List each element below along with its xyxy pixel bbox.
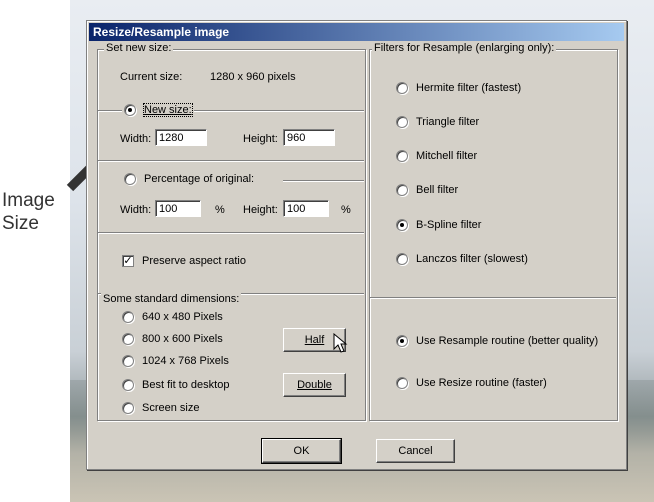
filter-mitchell[interactable]: Mitchell filter (396, 150, 477, 162)
preserve-label: Preserve aspect ratio (142, 255, 246, 267)
radio-button[interactable] (396, 335, 408, 347)
new-size-radio-button[interactable] (124, 104, 136, 116)
dialog-title[interactable]: Resize/Resample image (89, 23, 624, 41)
resize-routine-label: Use Resize routine (faster) (416, 377, 547, 389)
percentage-label: Percentage of original: (144, 173, 255, 185)
radio-button[interactable] (122, 379, 134, 391)
filter-triangle[interactable]: Triangle filter (396, 116, 479, 128)
new-size-label: New size: (143, 103, 193, 117)
preserve-aspect-checkbox[interactable]: ✓ Preserve aspect ratio (122, 255, 246, 267)
pct-height-input[interactable]: 100 (283, 200, 329, 217)
pct-width-input[interactable]: 100 (155, 200, 201, 217)
filters-group: Filters for Resample (enlarging only): (369, 42, 618, 421)
filter-label: Bell filter (416, 184, 459, 196)
filter-hermite[interactable]: Hermite filter (fastest) (396, 82, 521, 94)
separator (370, 297, 616, 298)
standard-option-1024[interactable]: 1024 x 768 Pixels (122, 355, 229, 367)
ok-button[interactable]: OK (261, 438, 342, 464)
filter-label: Lanczos filter (slowest) (416, 253, 528, 265)
height-label: Height: (243, 133, 278, 145)
radio-button[interactable] (396, 116, 408, 128)
standard-option-label: Best fit to desktop (142, 379, 230, 391)
radio-button[interactable] (122, 333, 134, 345)
annotation-line-2: Size (2, 213, 39, 234)
resample-routine-label: Use Resample routine (better quality) (416, 335, 599, 347)
filter-label: Mitchell filter (416, 150, 478, 162)
filter-bspline[interactable]: B-Spline filter (396, 219, 481, 231)
pct-height-label: Height: (243, 204, 278, 216)
separator (283, 180, 364, 181)
radio-button[interactable] (396, 253, 408, 265)
standard-option-label: Screen size (142, 402, 200, 414)
percentage-radio[interactable]: Percentage of original: (122, 173, 257, 185)
radio-button[interactable] (122, 355, 134, 367)
standard-option-best-fit[interactable]: Best fit to desktop (122, 379, 229, 391)
width-input[interactable]: 1280 (155, 129, 207, 146)
double-button[interactable]: Double (283, 373, 346, 397)
current-size-value: 1280 x 960 pixels (210, 71, 296, 83)
resample-routine-radio[interactable]: Use Resample routine (better quality) (396, 335, 598, 347)
radio-button[interactable] (122, 402, 134, 414)
new-size-radio[interactable]: New size: (122, 103, 194, 117)
pct-height-unit: % (341, 204, 351, 216)
height-input[interactable]: 960 (283, 129, 335, 146)
filter-bell[interactable]: Bell filter (396, 184, 458, 196)
radio-button[interactable] (396, 184, 408, 196)
cancel-button[interactable]: Cancel (376, 439, 455, 463)
current-size-label: Current size: (120, 71, 183, 83)
set-new-size-label: Set new size: (104, 42, 174, 54)
filters-label: Filters for Resample (enlarging only): (372, 42, 557, 54)
standard-option-label: 800 x 600 Pixels (142, 333, 223, 345)
width-label: Width: (120, 133, 152, 145)
annotation-label: Image Size (2, 189, 55, 235)
standard-option-640[interactable]: 640 x 480 Pixels (122, 311, 223, 323)
standard-option-label: 1024 x 768 Pixels (142, 355, 229, 367)
pct-width-unit: % (215, 204, 225, 216)
radio-button[interactable] (396, 377, 408, 389)
filter-label: B-Spline filter (416, 219, 482, 231)
preserve-checkbox-box[interactable]: ✓ (122, 255, 134, 267)
standard-option-800[interactable]: 800 x 600 Pixels (122, 333, 223, 345)
separator (98, 232, 364, 233)
standard-dimensions-label: Some standard dimensions: (101, 293, 242, 305)
standard-option-label: 640 x 480 Pixels (142, 311, 223, 323)
filter-label: Hermite filter (fastest) (416, 82, 522, 94)
filter-label: Triangle filter (416, 116, 480, 128)
mouse-cursor-icon (333, 333, 348, 353)
percentage-radio-button[interactable] (124, 173, 136, 185)
radio-button[interactable] (396, 150, 408, 162)
resize-dialog: Resize/Resample image Set new size: Curr… (86, 20, 627, 470)
filter-lanczos[interactable]: Lanczos filter (slowest) (396, 253, 528, 265)
separator (98, 160, 364, 161)
pct-width-label: Width: (120, 204, 152, 216)
resize-routine-radio[interactable]: Use Resize routine (faster) (396, 377, 547, 389)
radio-button[interactable] (396, 219, 408, 231)
annotation-line-1: Image (2, 190, 55, 211)
radio-button[interactable] (396, 82, 408, 94)
standard-option-screen[interactable]: Screen size (122, 402, 199, 414)
radio-button[interactable] (122, 311, 134, 323)
